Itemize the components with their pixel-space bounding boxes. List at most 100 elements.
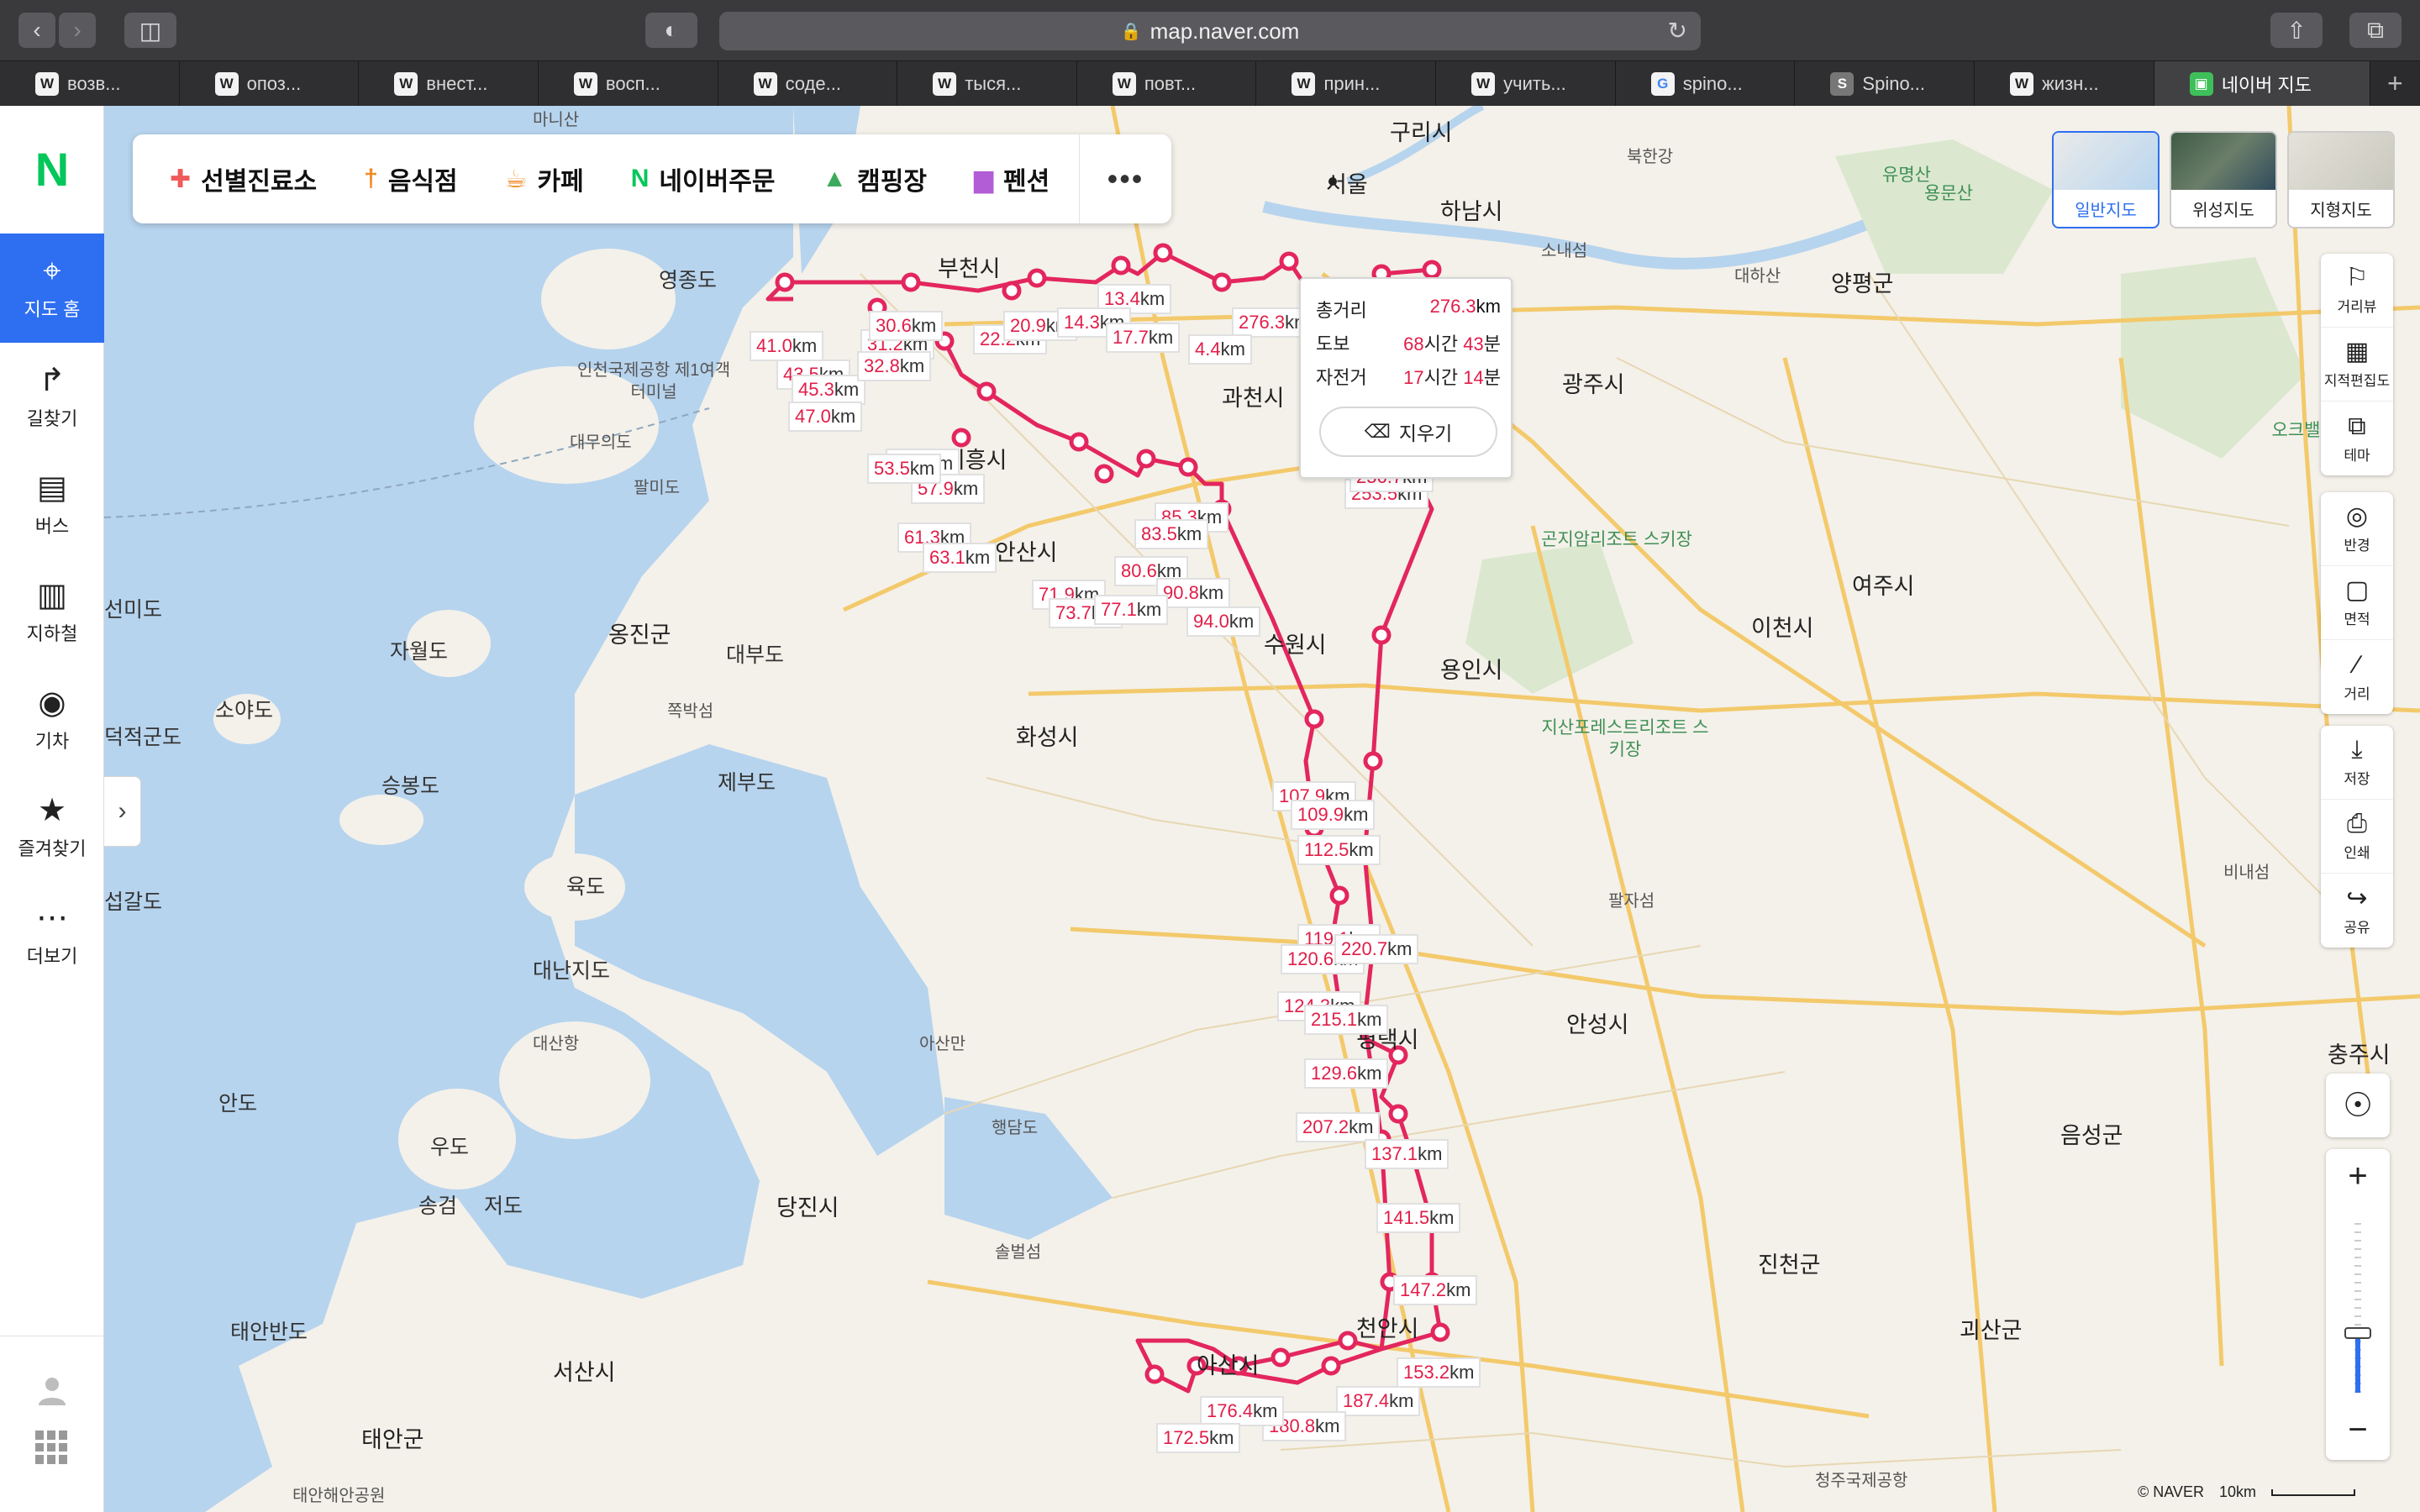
zoom-out-button[interactable]: − (2326, 1403, 2390, 1457)
map-place-label[interactable]: 하남시 (1440, 193, 1503, 226)
map-place-label[interactable]: 괴산군 (1960, 1312, 2023, 1345)
map-place-label[interactable]: 승봉도 (381, 769, 439, 800)
map-place-label[interactable]: 소야도 (215, 694, 273, 724)
map-place-label[interactable]: 서산시 (553, 1354, 616, 1387)
back-button[interactable]: ‹ (18, 13, 55, 48)
tool-button[interactable]: ⧉ 테마 (2321, 402, 2393, 475)
current-location-button[interactable]: ☉ (2326, 1074, 2390, 1137)
map-place-label[interactable]: 용문산 (1865, 183, 2033, 205)
map-place-label[interactable]: 태안반도 (230, 1315, 308, 1346)
sidebar-item[interactable]: ⋯ 더보기 (0, 880, 104, 990)
map-place-label[interactable]: 구리시 (1390, 114, 1453, 147)
user-icon[interactable] (32, 1370, 72, 1410)
clear-measure-button[interactable]: ⌫ 지우기 (1319, 407, 1497, 457)
map-place-label[interactable]: 섭갈도 (104, 885, 162, 916)
map-place-label[interactable]: 대하산 (1734, 262, 1781, 286)
map-place-label[interactable]: 용인시 (1440, 652, 1503, 685)
map-place-label[interactable]: 대무의도 (570, 428, 632, 453)
category-item[interactable]: ▲ 캠핑장 (822, 160, 927, 197)
browser-tab[interactable]: S Spino... (1795, 61, 1975, 107)
browser-tab[interactable]: Wприн... (1256, 61, 1437, 107)
map-place-label[interactable]: 부천시 (938, 250, 1001, 283)
browser-tab[interactable]: Wповт... (1076, 61, 1257, 107)
map-place-label[interactable]: 음성군 (2060, 1117, 2123, 1150)
tool-button[interactable]: ◎ 반경 (2321, 492, 2393, 566)
forward-button[interactable]: › (59, 13, 96, 48)
reload-icon[interactable]: ↻ (1668, 17, 1687, 45)
map-place-label[interactable]: 제부도 (718, 766, 776, 796)
map-place-label[interactable]: 덕적군도 (104, 721, 182, 751)
map-place-label[interactable]: 안산시 (995, 534, 1058, 567)
map-place-label[interactable]: 소내섬 (1541, 237, 1587, 261)
zoom-handle[interactable] (2344, 1327, 2371, 1339)
map-place-label[interactable]: 천안시 (1356, 1310, 1419, 1343)
new-tab-button[interactable]: + (2370, 61, 2420, 106)
map-type-terrain[interactable]: 지형지도 (2287, 131, 2395, 228)
map-place-label[interactable]: 선미도 (104, 593, 162, 623)
map-place-label[interactable]: 아산시 (1197, 1347, 1260, 1380)
map-place-label[interactable]: 송검 (418, 1189, 457, 1220)
browser-tab[interactable]: ▣ 네이버 지도 (2154, 61, 2370, 107)
map-place-label[interactable]: 육도 (566, 870, 605, 900)
zoom-in-button[interactable]: + (2326, 1149, 2390, 1203)
browser-tab[interactable]: Wучить... (1436, 61, 1616, 107)
sidebar-item[interactable]: ★ 즐겨찾기 (0, 773, 104, 882)
map-place-label[interactable]: 우도 (430, 1131, 469, 1161)
category-item[interactable]: ✚ 선별진료소 (170, 160, 317, 197)
map-place-label[interactable]: 태안군 (361, 1421, 424, 1454)
map-place-label[interactable]: 안성시 (1566, 1006, 1629, 1039)
browser-tab[interactable]: Wтыся... (897, 61, 1077, 107)
privacy-shield-icon[interactable]: ◐ (645, 13, 697, 48)
browser-tab[interactable]: Wвнест... (359, 61, 539, 107)
tool-button[interactable]: ▢ 면적 (2321, 566, 2393, 640)
sidebar-item[interactable]: ◉ 기차 (0, 665, 104, 774)
map-place-label[interactable]: 지산포레스트리조트 스키장 (1541, 717, 1709, 761)
map-place-label[interactable]: 양평군 (1831, 265, 1894, 298)
map-place-label[interactable]: 대부도 (726, 638, 784, 669)
category-item[interactable]: ☕ 카페 (505, 160, 584, 197)
browser-tab[interactable]: Wжизн... (1975, 61, 2154, 107)
sidebar-item[interactable]: ▤ 버스 (0, 450, 104, 559)
map-place-label[interactable]: 과천시 (1222, 380, 1285, 412)
map-place-label[interactable]: 인천국제공항 제1여객터미널 (570, 360, 738, 403)
map-place-label[interactable]: 화성시 (1016, 719, 1079, 752)
map-place-label[interactable]: 대산항 (533, 1030, 579, 1054)
tool-button[interactable]: ⤓ 저장 (2321, 726, 2393, 800)
map-place-label[interactable]: 수원시 (1264, 627, 1327, 659)
browser-tab[interactable]: Wсоде... (718, 61, 898, 107)
address-bar[interactable]: 🔒 map.naver.com ↻ (719, 12, 1701, 50)
sidebar-item[interactable]: ▥ 지하철 (0, 558, 104, 667)
map-place-label[interactable]: 행담도 (992, 1114, 1038, 1138)
map-place-label[interactable]: 당진시 (776, 1189, 839, 1222)
map-type-normal[interactable]: 일반지도 (2052, 131, 2160, 228)
tool-button[interactable]: ▦ 지적편집도 (2321, 328, 2393, 402)
map-place-label[interactable]: 안도 (218, 1087, 257, 1117)
map-place-label[interactable]: 쪽박섬 (667, 697, 713, 722)
map-place-label[interactable]: 여주시 (1852, 568, 1915, 601)
tab-overview-button[interactable]: ⧉ (2349, 13, 2402, 48)
tool-button[interactable]: ↪ 공유 (2321, 874, 2393, 948)
category-item[interactable]: † 음식점 (364, 160, 458, 197)
map-place-label[interactable]: 광주시 (1562, 366, 1625, 399)
sidebar-toggle-button[interactable]: ◫ (124, 13, 176, 48)
tool-button[interactable]: ⎙ 인쇄 (2321, 800, 2393, 874)
browser-tab[interactable]: Gspino... (1615, 61, 1796, 107)
map-place-label[interactable]: 곤지암리조트 스키장 (1533, 529, 1701, 551)
map-place-label[interactable]: 영종도 (659, 264, 717, 294)
panel-expand-button[interactable]: › (104, 776, 141, 847)
map-place-label[interactable]: 팔자섬 (1608, 887, 1655, 911)
naver-logo[interactable]: N (30, 146, 74, 193)
apps-grid-icon[interactable] (35, 1431, 69, 1464)
map-place-label[interactable]: 옹진군 (608, 617, 671, 649)
map-place-label[interactable]: 청주국제공항 (1815, 1467, 1907, 1491)
map-place-label[interactable]: 마니산 (533, 106, 579, 130)
map-type-satellite[interactable]: 위성지도 (2170, 131, 2277, 228)
category-item[interactable]: N 네이버주문 (631, 160, 776, 197)
map-place-label[interactable]: 서울 (1326, 166, 1368, 199)
tool-button[interactable]: ∕ 거리 (2321, 640, 2393, 714)
category-item[interactable]: ▆ 펜션 (974, 160, 1050, 197)
map-place-label[interactable]: 솔벌섬 (995, 1238, 1041, 1263)
map-place-label[interactable]: 대난지도 (533, 954, 610, 984)
share-button[interactable]: ⇧ (2270, 13, 2323, 48)
map-place-label[interactable]: 진천군 (1758, 1247, 1821, 1279)
